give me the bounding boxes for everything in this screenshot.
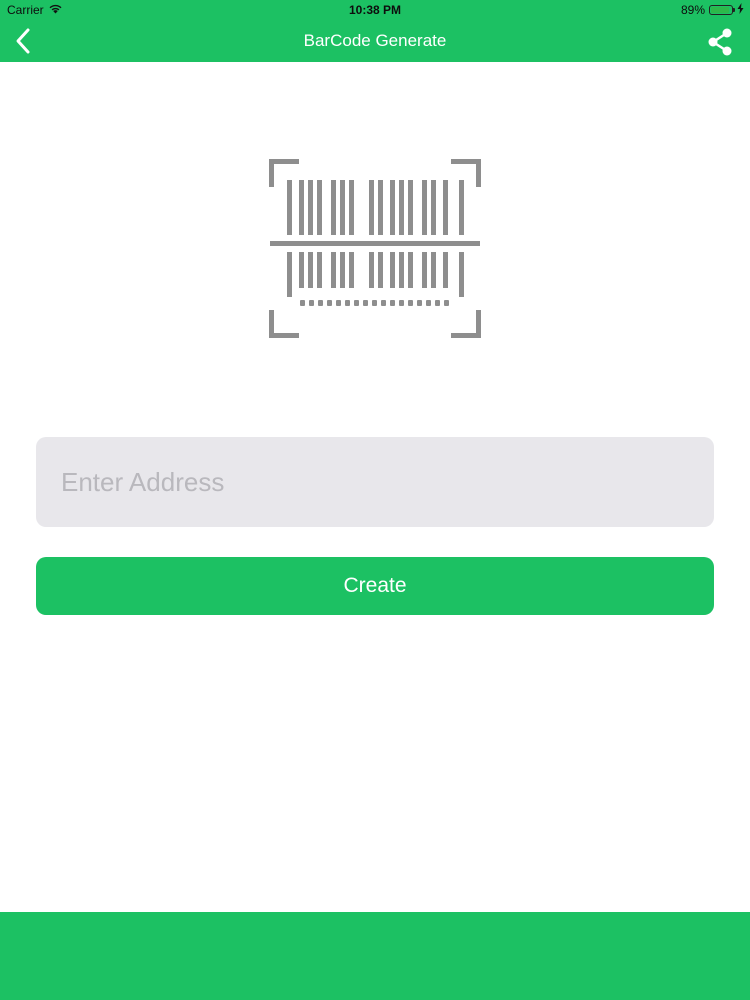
barcode-generate-screen: Carrier 10:38 PM 89% BarCode Generate En… — [0, 0, 750, 1000]
barcode-scan-icon — [265, 155, 485, 345]
battery-percent: 89% — [680, 3, 705, 17]
status-battery: 89% — [681, 3, 744, 17]
top-bar: Carrier 10:38 PM 89% BarCode Generate — [0, 0, 750, 62]
status-bar: Carrier 10:38 PM 89% — [0, 0, 750, 20]
share-icon — [708, 28, 732, 56]
create-button[interactable]: Create — [36, 557, 714, 615]
battery-level — [711, 7, 729, 13]
charging-icon — [737, 3, 744, 17]
status-time: 10:38 PM — [348, 3, 402, 17]
page-title: BarCode Generate — [303, 31, 447, 50]
share-button[interactable] — [702, 24, 738, 60]
navigation-bar: BarCode Generate — [0, 20, 750, 62]
bottom-bar — [0, 912, 750, 1000]
battery-icon — [709, 5, 735, 15]
address-input[interactable] — [36, 437, 714, 527]
